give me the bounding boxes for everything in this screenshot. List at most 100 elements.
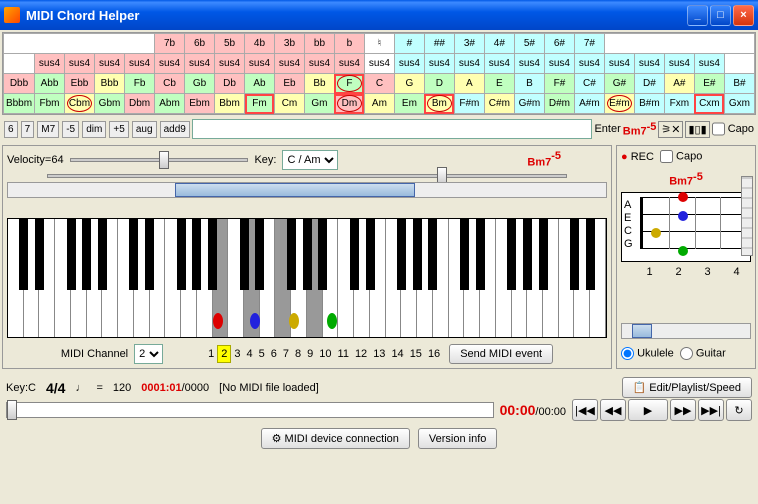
fret-scrollbar[interactable] <box>621 323 751 339</box>
accidental-cell[interactable]: 5# <box>514 34 544 54</box>
chord-cell-minor[interactable]: Dm <box>334 94 364 114</box>
chord-cell-minor[interactable]: Fbm <box>35 94 65 114</box>
sus4-cell[interactable]: sus4 <box>394 54 424 74</box>
chord-cell-minor[interactable]: Cxm <box>694 94 724 114</box>
channel-number[interactable]: 13 <box>370 346 388 362</box>
capo-slider[interactable] <box>741 176 753 256</box>
chord-cell-major[interactable]: B <box>514 74 544 94</box>
channel-number[interactable]: 9 <box>304 346 316 362</box>
version-info-button[interactable]: Version info <box>418 428 497 449</box>
rec-button[interactable]: ● REC <box>621 151 654 163</box>
chord-cell-major[interactable]: Bbb <box>94 74 124 94</box>
white-key[interactable] <box>480 219 496 337</box>
midi-channel-select[interactable]: 2 <box>134 344 163 364</box>
channel-number[interactable]: 11 <box>335 346 352 362</box>
sus4-cell[interactable]: sus4 <box>125 54 155 74</box>
accidental-cell[interactable]: 4b <box>245 34 275 54</box>
chord-cell-major[interactable]: Dbb <box>4 74 35 94</box>
capo-checkbox-right[interactable]: Capo <box>660 150 702 163</box>
accidental-cell[interactable]: 4# <box>484 34 514 54</box>
suffix-button[interactable]: M7 <box>37 121 59 138</box>
white-key[interactable] <box>496 219 512 337</box>
channel-number[interactable]: 10 <box>316 346 334 362</box>
chord-cell-major[interactable]: G# <box>604 74 634 94</box>
channel-number[interactable]: 8 <box>292 346 304 362</box>
forward-button[interactable]: ▶▶ <box>670 399 696 421</box>
sus4-cell[interactable]: sus4 <box>185 54 215 74</box>
white-key[interactable] <box>433 219 449 337</box>
channel-number[interactable]: 5 <box>256 346 268 362</box>
accidental-cell[interactable]: # <box>394 34 424 54</box>
chord-cell-minor[interactable]: Cbm <box>64 94 94 114</box>
rewind-button[interactable]: ◀◀ <box>600 399 626 421</box>
suffix-button[interactable]: dim <box>82 121 106 138</box>
white-key[interactable] <box>134 219 150 337</box>
chord-cell-minor[interactable]: D#m <box>544 94 574 114</box>
chord-cell-minor[interactable]: E#m <box>604 94 634 114</box>
chord-cell-major[interactable]: E <box>484 74 514 94</box>
maximize-button[interactable]: □ <box>710 5 731 26</box>
velocity-slider[interactable] <box>70 158 249 162</box>
accidental-cell[interactable]: b <box>334 34 364 54</box>
chord-cell-minor[interactable]: Bm <box>424 94 454 114</box>
chord-cell-minor[interactable]: Ebm <box>185 94 215 114</box>
sus4-cell[interactable]: sus4 <box>334 54 364 74</box>
channel-number[interactable]: 4 <box>244 346 256 362</box>
white-key[interactable] <box>71 219 87 337</box>
white-key[interactable] <box>102 219 118 337</box>
accidental-cell[interactable]: 7b <box>155 34 185 54</box>
white-key[interactable] <box>401 219 417 337</box>
white-key[interactable] <box>197 219 213 337</box>
white-key[interactable] <box>574 219 590 337</box>
accidental-cell[interactable]: ## <box>424 34 454 54</box>
chord-cell-minor[interactable]: Fm <box>245 94 275 114</box>
white-key[interactable] <box>260 219 276 337</box>
chord-cell-minor[interactable]: Em <box>394 94 424 114</box>
progress-slider[interactable] <box>6 402 494 418</box>
sus4-cell[interactable]: sus4 <box>304 54 334 74</box>
send-midi-button[interactable]: Send MIDI event <box>449 344 553 364</box>
chord-cell-minor[interactable]: Gxm <box>724 94 754 114</box>
piano-keyboard[interactable] <box>7 218 607 338</box>
guitar-radio[interactable]: Guitar <box>680 347 726 360</box>
chord-cell-major[interactable]: D <box>424 74 454 94</box>
white-key[interactable] <box>24 219 40 337</box>
accidental-cell[interactable]: 5b <box>215 34 245 54</box>
chord-cell-major[interactable]: D# <box>634 74 664 94</box>
chord-cell-minor[interactable]: A#m <box>574 94 604 114</box>
chord-cell-minor[interactable]: Fxm <box>664 94 694 114</box>
capo-checkbox-top[interactable]: Capo <box>712 119 754 139</box>
sus4-cell[interactable]: sus4 <box>544 54 574 74</box>
chord-cell-major[interactable]: Cb <box>155 74 185 94</box>
white-key[interactable] <box>449 219 465 337</box>
accidental-cell[interactable]: ♮ <box>364 34 394 54</box>
white-key[interactable] <box>228 219 244 337</box>
sus4-cell[interactable]: sus4 <box>484 54 514 74</box>
white-key[interactable] <box>150 219 166 337</box>
chord-cell-major[interactable]: C <box>364 74 394 94</box>
white-key[interactable] <box>55 219 71 337</box>
chord-cell-minor[interactable]: C#m <box>484 94 514 114</box>
white-key[interactable] <box>87 219 103 337</box>
chord-cell-major[interactable]: Ab <box>245 74 275 94</box>
midi-connection-button[interactable]: ⚙ MIDI device connection <box>261 428 410 449</box>
play-button[interactable]: ▶ <box>628 399 668 421</box>
suffix-button[interactable]: 7 <box>21 121 35 138</box>
sus4-cell[interactable]: sus4 <box>215 54 245 74</box>
chord-cell-minor[interactable]: G#m <box>514 94 544 114</box>
sus4-cell[interactable]: sus4 <box>94 54 124 74</box>
chord-cell-major[interactable]: Db <box>215 74 245 94</box>
close-button[interactable]: × <box>733 5 754 26</box>
sus4-cell[interactable]: sus4 <box>514 54 544 74</box>
chord-cell-major[interactable]: Abb <box>35 74 65 94</box>
chord-cell-major[interactable]: Gb <box>185 74 215 94</box>
chord-cell-minor[interactable]: Gbm <box>94 94 124 114</box>
chord-cell-minor[interactable]: Cm <box>274 94 304 114</box>
white-key[interactable] <box>370 219 386 337</box>
chord-cell-major[interactable]: F <box>334 74 364 94</box>
minimize-button[interactable]: _ <box>687 5 708 26</box>
sus4-cell[interactable]: sus4 <box>35 54 65 74</box>
sus4-cell[interactable]: sus4 <box>604 54 634 74</box>
chord-cell-major[interactable]: A <box>454 74 484 94</box>
piano-scrollbar[interactable] <box>7 182 607 198</box>
